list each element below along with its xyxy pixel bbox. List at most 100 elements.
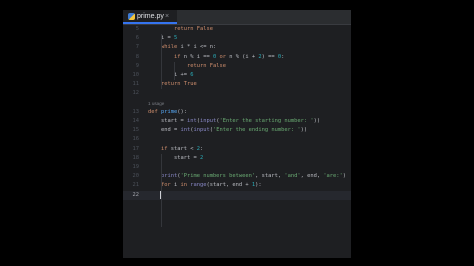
- code-token: 5: [173, 35, 178, 42]
- code-text: end = int(input('Enter the ending number…: [161, 126, 307, 135]
- line-number: 13: [132, 108, 140, 115]
- code-line[interactable]: 19: [123, 163, 351, 172]
- code-line[interactable]: 11 return True: [123, 80, 351, 89]
- line-number: 7: [135, 44, 139, 51]
- code-token: for: [161, 182, 174, 189]
- code-token: input: [193, 127, 210, 134]
- python-file-icon: [128, 13, 135, 20]
- code-token: ): [342, 173, 347, 180]
- code-line[interactable]: 14 start = int(input('Enter the starting …: [123, 117, 351, 126]
- tab-close-icon[interactable]: ×: [165, 12, 169, 22]
- code-token: range: [190, 182, 207, 189]
- code-text: for i in range(start, end + 1):: [161, 181, 262, 190]
- code-token: start =: [161, 118, 187, 124]
- code-token: )): [300, 127, 308, 134]
- code-text: while i * i <= n:: [161, 43, 216, 52]
- indent-guide: [161, 153, 162, 228]
- code-token: True: [183, 81, 197, 88]
- line-number: 9: [135, 62, 139, 69]
- line-number: 20: [132, 173, 140, 180]
- code-text: print('Prime numbers between', start, 'a…: [161, 172, 346, 181]
- line-number: 5: [135, 26, 139, 32]
- code-line[interactable]: 22: [123, 190, 351, 200]
- line-number: 8: [135, 53, 139, 60]
- code-token: :: [281, 53, 285, 60]
- code-line[interactable]: 13 def prime():: [123, 108, 351, 117]
- line-number: 18: [132, 154, 140, 161]
- code-token: prime: [160, 108, 178, 115]
- code-line[interactable]: 6 i = 5: [123, 34, 351, 43]
- code-line[interactable]: 18 start = 2: [123, 154, 351, 163]
- code-line[interactable]: 8 if n % i == 0 or n % (i + 2) == 0:: [123, 53, 351, 62]
- code-token: 'Enter the ending number: ': [212, 127, 301, 134]
- code-text: return False: [187, 62, 226, 71]
- code-text: if n % i == 0 or n % (i + 2) == 0:: [174, 53, 284, 62]
- code-token: 'Prime numbers between': [180, 173, 256, 180]
- line-number: 21: [132, 182, 140, 189]
- code-token: return: [161, 81, 184, 88]
- code-token: start <: [170, 145, 197, 152]
- code-text: start = int(input('Enter the starting nu…: [161, 117, 320, 126]
- code-token: return: [187, 62, 210, 69]
- code-token: int: [180, 127, 191, 134]
- code-text: return False: [174, 25, 213, 34]
- line-number: 12: [132, 90, 140, 97]
- code-token: False: [209, 62, 226, 69]
- code-token: start =: [174, 154, 200, 161]
- code-text: i = 5: [161, 34, 177, 43]
- code-line[interactable]: 21 for i in range(start, end + 1):: [123, 181, 351, 190]
- code-token: (start, end +: [206, 182, 252, 189]
- code-line[interactable]: 15 end = int(input('Enter the ending numb…: [123, 126, 351, 135]
- code-token: in: [180, 182, 191, 189]
- line-number: 16: [132, 136, 140, 143]
- code-token: 'are:': [323, 173, 343, 180]
- line-number: 15: [132, 127, 140, 134]
- code-token: :: [199, 145, 204, 152]
- code-token: False: [196, 26, 213, 32]
- code-token: n % (i +: [229, 53, 259, 60]
- line-number: 11: [132, 81, 140, 88]
- code-line[interactable]: 20 print('Prime numbers between', start, …: [123, 172, 351, 181]
- code-token: if: [174, 53, 184, 60]
- code-text: def prime():: [148, 108, 187, 117]
- code-token: , start,: [255, 173, 285, 180]
- code-editor-window: prime.py × 5 return False 6 i = 5 7 while i *…: [123, 10, 351, 258]
- code-token: i * i <= n:: [180, 44, 217, 51]
- usage-hint[interactable]: 1 usage: [148, 99, 164, 108]
- code-token: 2: [199, 154, 204, 161]
- code-line[interactable]: 5 return False: [123, 25, 351, 34]
- code-line[interactable]: 9 return False: [123, 62, 351, 71]
- line-number: 22: [132, 191, 140, 198]
- code-token: end =: [161, 127, 181, 134]
- line-number: 14: [132, 118, 140, 124]
- code-token: while: [161, 44, 181, 51]
- editor-tab-bar: prime.py ×: [123, 10, 351, 25]
- code-text: i += 6: [174, 71, 193, 80]
- indent-guide: [174, 61, 175, 81]
- tab-prime-py[interactable]: prime.py ×: [123, 10, 177, 24]
- code-text: return True: [161, 80, 197, 89]
- code-line[interactable]: 16: [123, 135, 351, 144]
- code-area[interactable]: 5 return False 6 i = 5 7 while i * i <= n: 8 if…: [123, 25, 351, 258]
- code-token: ():: [177, 108, 187, 115]
- usage-hint-row[interactable]: 1 usage: [123, 99, 351, 108]
- code-token: 'and': [284, 173, 301, 180]
- code-token: def: [148, 108, 161, 115]
- code-token: )): [313, 118, 321, 124]
- code-line[interactable]: 7 while i * i <= n:: [123, 43, 351, 52]
- code-token: print: [161, 173, 178, 180]
- code-line[interactable]: 17 if start < 2:: [123, 145, 351, 154]
- line-number: 10: [132, 72, 140, 78]
- code-token: n % i ==: [183, 53, 213, 60]
- code-text: start = 2: [174, 154, 203, 163]
- code-token: return: [174, 26, 197, 32]
- code-token: i =: [161, 35, 174, 42]
- tab-filename: prime.py: [137, 13, 164, 20]
- code-token: 'Enter the starting number: ': [219, 118, 314, 124]
- line-number: 6: [135, 35, 139, 42]
- line-number: 17: [132, 145, 140, 152]
- code-token: i +=: [174, 72, 191, 78]
- code-line[interactable]: 12: [123, 89, 351, 98]
- code-line[interactable]: 10 i += 6: [123, 71, 351, 80]
- code-token: 6: [190, 72, 194, 78]
